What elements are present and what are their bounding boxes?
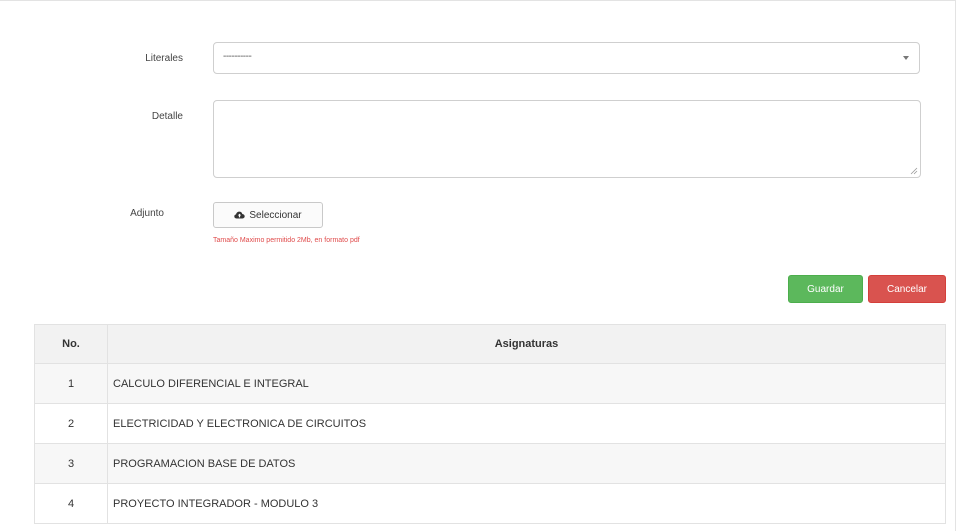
asignaturas-table: No. Asignaturas 1 CALCULO DIFERENCIAL E … <box>34 324 946 524</box>
table-row: 3 PROGRAMACION BASE DE DATOS <box>34 443 946 484</box>
row-asignatura: PROGRAMACION BASE DE DATOS <box>107 443 946 484</box>
file-size-help-text: Tamaño Maximo permitido 2Mb, en formato … <box>213 237 360 244</box>
literales-label: Literales <box>145 53 183 64</box>
column-header-asignaturas: Asignaturas <box>107 324 946 364</box>
cloud-upload-icon <box>234 211 246 219</box>
row-asignatura: PROYECTO INTEGRADOR - MODULO 3 <box>107 483 946 524</box>
table-header-row: No. Asignaturas <box>34 324 946 364</box>
detalle-label: Detalle <box>151 111 183 122</box>
literales-select[interactable]: ---------- <box>213 42 920 74</box>
row-number: 1 <box>34 363 108 404</box>
row-number: 4 <box>34 483 108 524</box>
row-asignatura: ELECTRICIDAD Y ELECTRONICA DE CIRCUITOS <box>107 403 946 444</box>
adjunto-label: Adjunto <box>130 208 164 219</box>
cancel-button[interactable]: Cancelar <box>868 275 946 303</box>
select-file-button[interactable]: Seleccionar <box>213 202 323 228</box>
table-row: 2 ELECTRICIDAD Y ELECTRONICA DE CIRCUITO… <box>34 403 946 444</box>
table-row: 4 PROYECTO INTEGRADOR - MODULO 3 <box>34 483 946 524</box>
resize-handle-icon[interactable] <box>910 167 918 175</box>
save-button-label: Guardar <box>807 283 844 295</box>
row-number: 2 <box>34 403 108 444</box>
literales-select-value: ---------- <box>223 51 252 62</box>
column-header-no: No. <box>34 324 108 364</box>
row-number: 3 <box>34 443 108 484</box>
save-button[interactable]: Guardar <box>788 275 863 303</box>
caret-down-icon <box>903 56 909 60</box>
detalle-textarea[interactable] <box>213 100 921 178</box>
select-file-button-label: Seleccionar <box>249 209 302 221</box>
form-panel: Literales ---------- Detalle Adjunto Sel… <box>0 0 956 531</box>
row-asignatura: CALCULO DIFERENCIAL E INTEGRAL <box>107 363 946 404</box>
table-row: 1 CALCULO DIFERENCIAL E INTEGRAL <box>34 363 946 404</box>
cancel-button-label: Cancelar <box>886 283 928 295</box>
